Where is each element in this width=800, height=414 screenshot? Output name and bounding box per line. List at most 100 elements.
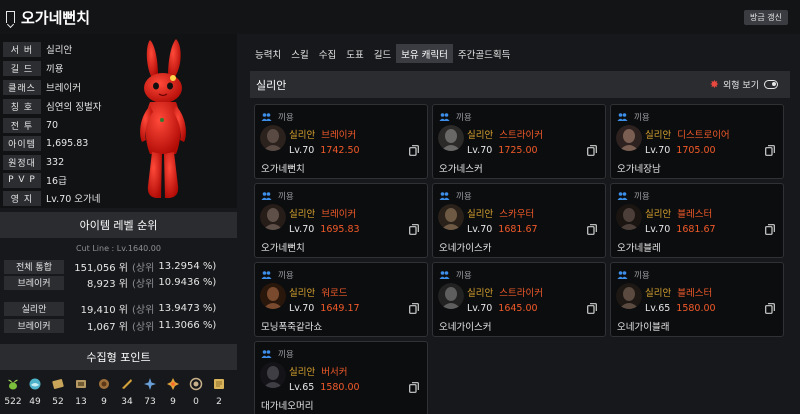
copy-icon[interactable] bbox=[587, 303, 597, 314]
info-value: 16급 bbox=[46, 176, 67, 187]
tab-skills[interactable]: 스킬 bbox=[286, 44, 313, 63]
collect-item[interactable]: 73 bbox=[139, 372, 161, 414]
card-level-row: Lv.70 1645.00 bbox=[467, 303, 538, 314]
collect-item[interactable]: 49 bbox=[24, 372, 46, 414]
toggle-switch-icon[interactable] bbox=[764, 80, 778, 89]
tab-collection[interactable]: 수집 bbox=[314, 44, 341, 63]
tab-charts[interactable]: 도표 bbox=[341, 44, 368, 63]
copy-icon[interactable] bbox=[587, 145, 597, 156]
card-character-name[interactable]: 대가네오머리 bbox=[261, 398, 313, 412]
card-character-name[interactable]: 오가네스커 bbox=[439, 161, 483, 175]
appearance-toggle-button[interactable]: ✸ 외형 보기 bbox=[710, 78, 778, 91]
card-guild: 끼용 bbox=[261, 111, 294, 123]
card-server: 실리안 bbox=[289, 367, 316, 378]
card-item-level: 1725.00 bbox=[498, 145, 538, 156]
character-card[interactable]: 끼용 실리안 스카우터 Lv.70 1681.67 오네가이스카 bbox=[432, 183, 606, 258]
guild-name: 끼용 bbox=[278, 192, 294, 202]
copy-icon[interactable] bbox=[409, 303, 419, 314]
character-card[interactable]: 끼용 실리안 스트라이커 Lv.70 1725.00 오가네스커 bbox=[432, 104, 606, 179]
rank-percent: 11.3066 %) bbox=[158, 320, 217, 331]
character-card[interactable]: 끼용 실리안 블레스터 Lv.70 1681.67 오가네블레 bbox=[610, 183, 784, 258]
card-server: 실리안 bbox=[289, 209, 316, 220]
card-character-name[interactable]: 오네가이스커 bbox=[439, 319, 491, 333]
card-server: 실리안 bbox=[645, 288, 672, 299]
character-card[interactable]: 끼용 실리안 디스트로이어 Lv.70 1705.00 오가네장남 bbox=[610, 104, 784, 179]
collect-item[interactable]: 52 bbox=[47, 372, 69, 414]
guild-members-icon bbox=[439, 113, 450, 121]
card-level-row: Lv.70 1705.00 bbox=[645, 145, 716, 156]
rank-sub: (상위 bbox=[132, 305, 155, 316]
rank-row-server-class: 브레이커 1,067 위 (상위 11.3066 %) bbox=[4, 318, 216, 333]
character-card[interactable]: 끼용 실리안 블레스터 Lv.65 1580.00 오네가이블래 bbox=[610, 262, 784, 337]
appearance-label: 외형 보기 bbox=[723, 81, 759, 91]
info-row-expedition: 원정대 332 bbox=[3, 154, 64, 170]
character-card[interactable]: 끼용 실리안 브레이커 Lv.70 1742.50 오가네뻔치 bbox=[254, 104, 428, 179]
card-server-class: 실리안 블레스터 bbox=[645, 285, 712, 299]
copy-icon[interactable] bbox=[409, 382, 419, 393]
character-card[interactable]: 끼용 실리안 버서커 Lv.65 1580.00 대가네오머리 bbox=[254, 341, 428, 414]
tab-guild[interactable]: 길드 bbox=[369, 44, 396, 63]
collect-item[interactable]: 9 bbox=[93, 372, 115, 414]
rank-percent: 13.2954 %) bbox=[158, 261, 217, 272]
guild-members-icon bbox=[261, 113, 272, 121]
omnium-star-icon bbox=[214, 379, 224, 389]
card-server-class: 실리안 스카우터 bbox=[467, 206, 534, 220]
copy-icon[interactable] bbox=[409, 145, 419, 156]
copy-icon[interactable] bbox=[409, 224, 419, 235]
character-portrait bbox=[438, 283, 464, 309]
tab-stats[interactable]: 능력치 bbox=[250, 44, 286, 63]
card-guild: 끼용 bbox=[439, 111, 472, 123]
card-character-name[interactable]: 오네가이스카 bbox=[439, 240, 491, 254]
collect-item[interactable]: 13 bbox=[70, 372, 92, 414]
card-item-level: 1695.83 bbox=[320, 224, 360, 235]
character-portrait bbox=[616, 204, 642, 230]
character-card[interactable]: 끼용 실리안 브레이커 Lv.70 1695.83 오가네뻔치 bbox=[254, 183, 428, 258]
collect-item[interactable]: 522 bbox=[2, 372, 24, 414]
guild-members-icon bbox=[617, 113, 628, 121]
collect-item[interactable]: 2 bbox=[208, 372, 230, 414]
info-row-title: 칭 호 심연의 징벌자 bbox=[3, 98, 101, 114]
copy-icon[interactable] bbox=[765, 303, 775, 314]
card-level: Lv.65 bbox=[645, 303, 671, 314]
card-character-name[interactable]: 오가네뻔치 bbox=[261, 240, 305, 254]
card-character-name[interactable]: 오가네뻔치 bbox=[261, 161, 305, 175]
guild-members-icon bbox=[261, 271, 272, 279]
card-item-level: 1742.50 bbox=[320, 145, 360, 156]
card-character-name[interactable]: 오네가이블래 bbox=[617, 319, 669, 333]
mokoko-seed-icon bbox=[8, 379, 18, 390]
refresh-button[interactable]: 방금 갱신 bbox=[744, 10, 788, 25]
rank-value: 151,056 위 bbox=[74, 263, 128, 274]
guild-name: 끼용 bbox=[634, 192, 650, 202]
info-label: 서 버 bbox=[3, 41, 41, 57]
server-header: 실리안 ✸ 외형 보기 bbox=[250, 71, 790, 98]
card-level: Lv.65 bbox=[289, 382, 315, 393]
tab-bar: 능력치 스킬 수집 도표 길드 보유 캐릭터 주간골드획득 bbox=[250, 44, 515, 63]
bookmark-icon[interactable] bbox=[6, 11, 15, 23]
rank-value: 1,067 위 bbox=[86, 322, 128, 333]
info-value: 심연의 징벌자 bbox=[46, 102, 102, 113]
card-character-name[interactable]: 오가네블레 bbox=[617, 240, 661, 254]
character-portrait bbox=[260, 125, 286, 151]
collect-item[interactable]: 0 bbox=[185, 372, 207, 414]
card-character-name[interactable]: 모닝폭죽같라쇼 bbox=[261, 319, 322, 333]
card-class: 버서커 bbox=[321, 367, 348, 378]
copy-icon[interactable] bbox=[765, 224, 775, 235]
tab-weekly-gold[interactable]: 주간골드획득 bbox=[453, 44, 515, 63]
character-portrait bbox=[438, 204, 464, 230]
card-server-class: 실리안 디스트로이어 bbox=[645, 127, 730, 141]
tab-owned-characters[interactable]: 보유 캐릭터 bbox=[396, 44, 453, 63]
card-class: 스카우터 bbox=[499, 209, 535, 220]
card-server: 실리안 bbox=[289, 288, 316, 299]
rank-label: 전체 통합 bbox=[4, 259, 64, 274]
character-card[interactable]: 끼용 실리안 워로드 Lv.70 1649.17 모닝폭죽같라쇼 bbox=[254, 262, 428, 337]
card-level: Lv.70 bbox=[645, 145, 671, 156]
guild-name: 끼용 bbox=[456, 113, 472, 123]
rank-label: 실리안 bbox=[4, 301, 64, 316]
copy-icon[interactable] bbox=[765, 145, 775, 156]
collect-item[interactable]: 9 bbox=[162, 372, 184, 414]
collect-item[interactable]: 34 bbox=[116, 372, 138, 414]
copy-icon[interactable] bbox=[587, 224, 597, 235]
rank-label: 브레이커 bbox=[4, 275, 64, 290]
card-character-name[interactable]: 오가네장남 bbox=[617, 161, 661, 175]
character-card[interactable]: 끼용 실리안 스트라이커 Lv.70 1645.00 오네가이스커 bbox=[432, 262, 606, 337]
